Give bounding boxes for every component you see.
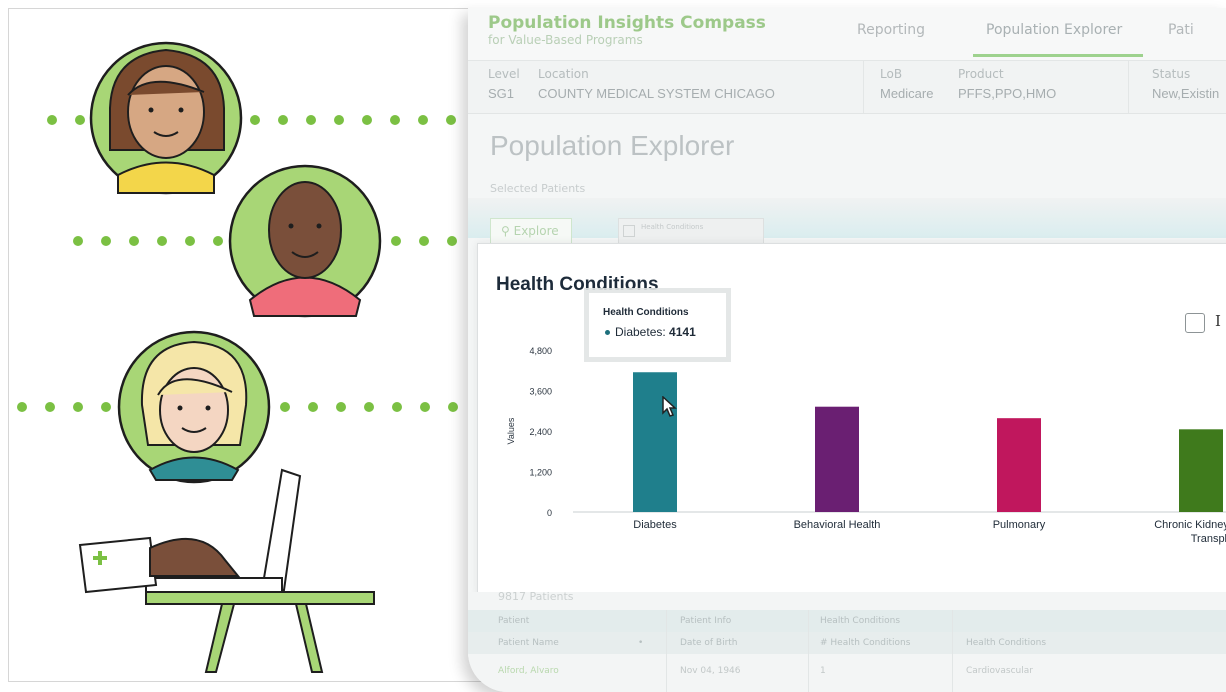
x-tick-label: Chronic Kidney Dis (1154, 519, 1226, 531)
group-header-health-conditions: Health Conditions (820, 616, 901, 626)
page-title: Population Explorer (490, 130, 735, 161)
chip-checkbox[interactable] (623, 225, 635, 237)
mouse-cursor-icon (662, 396, 677, 417)
explore-button-label: Explore (513, 224, 559, 238)
brand-title[interactable]: Population Insights Compass (488, 13, 766, 33)
row-conditions: Cardiovascular (966, 666, 1033, 676)
location-label: Location (538, 67, 589, 81)
y-axis-label: Values (506, 417, 516, 444)
column-date-of-birth[interactable]: Date of Birth (680, 638, 738, 648)
row-date-of-birth: Nov 04, 1946 (680, 666, 741, 676)
avatar-man-bald (228, 164, 382, 318)
bar-chronic-kidney-dis (1179, 429, 1223, 512)
patient-count: 9817 Patients (498, 590, 574, 603)
tooltip-series-dot (605, 330, 610, 335)
search-icon: ⚲ (501, 224, 510, 238)
avatar-woman-brown-hair (89, 41, 243, 195)
tooltip-label: Diabetes: (615, 325, 666, 339)
illustration (17, 41, 458, 673)
tooltip-text: Diabetes: 4141 (615, 325, 696, 339)
chart-card: Health Conditions I 4,800 3,600 2,400 1,200… (477, 243, 1226, 595)
nav-reporting[interactable]: Reporting (857, 22, 925, 38)
filter-divider (1128, 61, 1129, 113)
chart-tooltip: Health Conditions Diabetes: 4141 (589, 293, 726, 357)
selected-patients-label: Selected Patients (490, 182, 586, 195)
y-tick-label: 1,200 (529, 468, 552, 478)
x-tick-label: Pulmonary (993, 519, 1046, 531)
x-tick-label-line2: Transplan (1191, 533, 1226, 545)
brand-subtitle: for Value-Based Programs (488, 33, 643, 47)
top-nav-bar: Population Insights Compass for Value-Ba… (468, 8, 1226, 61)
y-tick-label: 4,800 (529, 346, 552, 356)
nav-patients[interactable]: Pati (1168, 22, 1194, 38)
location-value[interactable]: COUNTY MEDICAL SYSTEM CHICAGO (538, 86, 775, 101)
column-health-conditions[interactable]: Health Conditions (966, 638, 1046, 648)
x-tick-label: Diabetes (633, 519, 677, 531)
app-window: Population Insights Compass for Value-Ba… (468, 8, 1226, 692)
x-tick-label: Behavioral Health (794, 519, 881, 531)
bar-diabetes (633, 372, 677, 512)
column-health-condition-count[interactable]: # Health Conditions (820, 638, 910, 648)
tooltip-value: 4141 (669, 325, 696, 339)
bar-pulmonary (997, 418, 1041, 512)
level-label: Level (488, 67, 520, 81)
group-header-patient: Patient (498, 616, 530, 626)
filter-divider (863, 61, 864, 113)
table-group-header: Patient Patient Info Health Conditions (468, 610, 1226, 632)
table-column-header: Patient Name • Date of Birth # Health Co… (468, 632, 1226, 654)
column-patient-name[interactable]: Patient Name (498, 638, 559, 648)
chip-label: Health Conditions (641, 223, 704, 231)
column-divider (952, 610, 953, 692)
lob-label: LoB (880, 67, 903, 81)
bar-behavioral-health (815, 406, 859, 512)
status-label: Status (1152, 67, 1191, 81)
avatar-woman-blonde (117, 330, 271, 484)
nav-population-explorer[interactable]: Population Explorer (986, 22, 1122, 38)
tooltip-title: Health Conditions (603, 307, 689, 318)
section-band (468, 198, 1226, 238)
patient-table: 9817 Patients Patient Patient Info Healt… (468, 590, 1226, 692)
y-tick-label: 2,400 (529, 427, 552, 437)
row-condition-count: 1 (820, 666, 826, 676)
column-divider (808, 610, 809, 692)
filter-bar: Level SG1 Location COUNTY MEDICAL SYSTEM… (468, 61, 1226, 114)
lob-value[interactable]: Medicare (880, 86, 933, 101)
product-value[interactable]: PFFS,PPO,HMO (958, 86, 1056, 101)
level-value[interactable]: SG1 (488, 86, 514, 101)
doctor-laptop-desk (78, 468, 375, 673)
column-divider (666, 610, 667, 692)
y-tick-label: 0 (547, 508, 552, 518)
sort-icon[interactable]: • (638, 638, 643, 648)
product-label: Product (958, 67, 1004, 81)
explore-button[interactable]: ⚲ Explore (490, 218, 572, 244)
group-header-patient-info: Patient Info (680, 616, 732, 626)
active-tab-indicator (973, 54, 1143, 57)
status-value[interactable]: New,Existin (1152, 86, 1219, 101)
y-tick-label: 3,600 (529, 387, 552, 397)
row-patient-name[interactable]: Alford, Alvaro (498, 666, 559, 676)
